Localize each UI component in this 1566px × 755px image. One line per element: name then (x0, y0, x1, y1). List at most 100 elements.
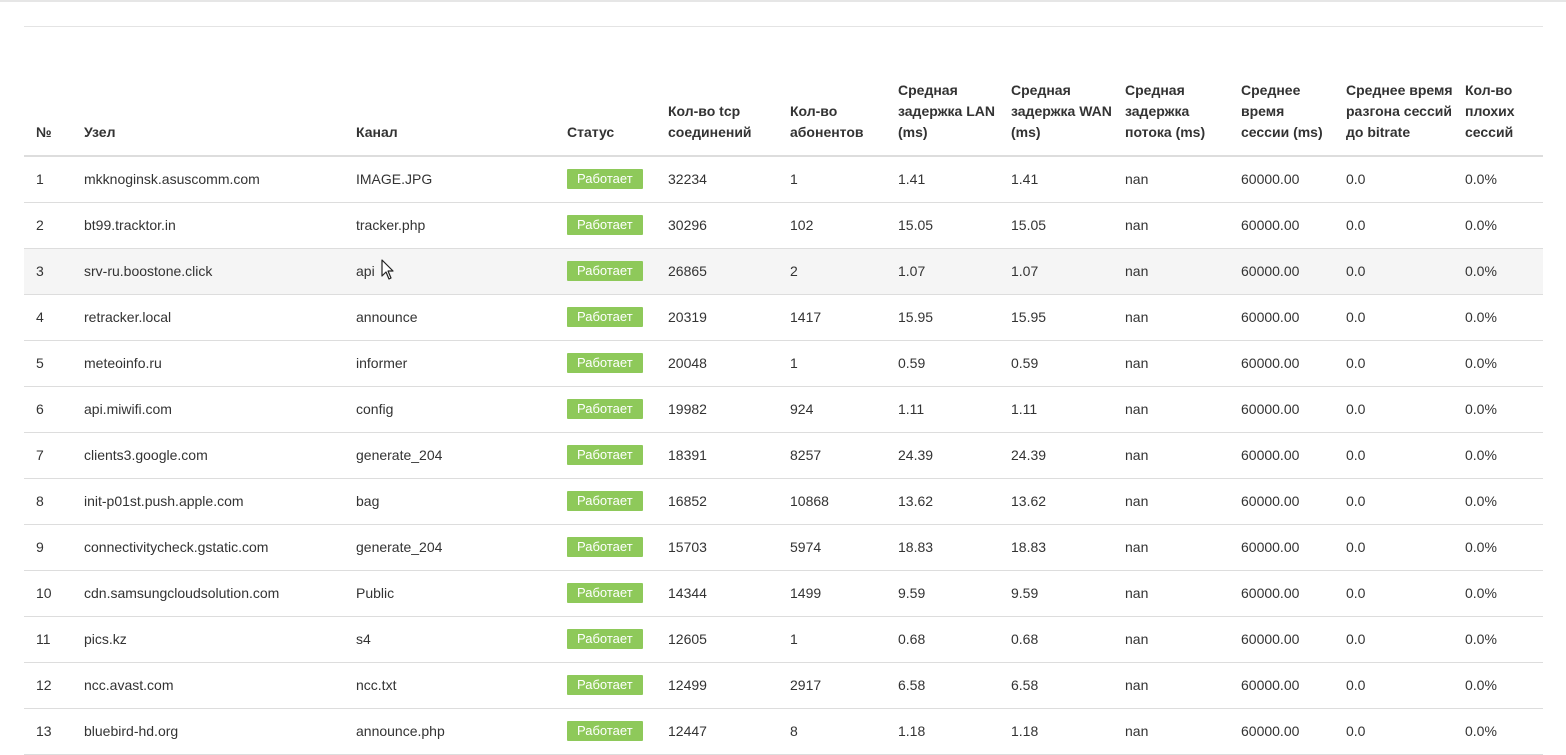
cell-wan: 1.11 (999, 386, 1113, 433)
column-header-flow[interactable]: Средная задержка потока (ms) (1113, 27, 1229, 157)
column-header-lan[interactable]: Средная задержка LAN (ms) (886, 27, 999, 157)
cell-tcp: 30296 (656, 202, 778, 249)
table-row[interactable]: 8 init-p01st.push.apple.com bag Работает 168… (24, 478, 1543, 525)
table-row[interactable]: 6 api.miwifi.com config Работает 19982 924 1.1… (24, 386, 1543, 433)
cell-flow: nan (1113, 616, 1229, 663)
column-header-wan[interactable]: Средная задержка WAN (ms) (999, 27, 1113, 157)
cell-session: 60000.00 (1229, 340, 1334, 387)
cell-wan: 9.59 (999, 570, 1113, 617)
cell-ramp: 0.0 (1334, 202, 1453, 249)
cell-num: 3 (24, 248, 72, 295)
cell-lan: 0.59 (886, 340, 999, 387)
column-header-status[interactable]: Статус (555, 27, 656, 157)
cell-channel: bag (344, 478, 555, 525)
cell-flow: nan (1113, 202, 1229, 249)
cell-subscribers: 1 (778, 156, 886, 203)
table-row[interactable]: 2 bt99.tracktor.in tracker.php Работает 3029… (24, 202, 1543, 249)
cell-wan: 15.95 (999, 294, 1113, 341)
cell-node: bt99.tracktor.in (72, 202, 344, 249)
status-badge: Работает (567, 629, 643, 649)
cell-channel: announce (344, 294, 555, 341)
cell-session: 60000.00 (1229, 662, 1334, 709)
cell-status: Работает (555, 386, 656, 433)
cell-channel: generate_204 (344, 432, 555, 479)
cell-lan: 9.59 (886, 570, 999, 617)
table-row[interactable]: 7 clients3.google.com generate_204 Работает… (24, 432, 1543, 479)
column-header-tcp[interactable]: Кол-во tcp соединений (656, 27, 778, 157)
column-header-node[interactable]: Узел (72, 27, 344, 157)
cell-subscribers: 8 (778, 708, 886, 755)
cell-bad: 0.0% (1453, 662, 1543, 709)
cell-channel: ncc.txt (344, 662, 555, 709)
column-header-num[interactable]: № (24, 27, 72, 157)
cell-session: 60000.00 (1229, 708, 1334, 755)
cell-status: Работает (555, 340, 656, 387)
cell-num: 1 (24, 156, 72, 203)
cell-wan: 24.39 (999, 432, 1113, 479)
cell-tcp: 12605 (656, 616, 778, 663)
cell-wan: 0.59 (999, 340, 1113, 387)
cell-session: 60000.00 (1229, 570, 1334, 617)
cell-wan: 6.58 (999, 662, 1113, 709)
cell-node: mkknoginsk.asuscomm.com (72, 156, 344, 203)
column-header-ramp[interactable]: Среднее время разгона сессий до bitrate (1334, 27, 1453, 157)
cell-node: ncc.avast.com (72, 662, 344, 709)
cell-node: bluebird-hd.org (72, 708, 344, 755)
cell-subscribers: 2917 (778, 662, 886, 709)
cell-wan: 0.68 (999, 616, 1113, 663)
table-row[interactable]: 11 pics.kz s4 Работает 12605 1 0.68 0.68 nan 6000… (24, 616, 1543, 663)
table-row[interactable]: 12 ncc.avast.com ncc.txt Работает 12499 2917 6… (24, 662, 1543, 709)
column-header-channel[interactable]: Канал (344, 27, 555, 157)
cell-channel: s4 (344, 616, 555, 663)
cell-num: 4 (24, 294, 72, 341)
table-row[interactable]: 4 retracker.local announce Работает 20319 141… (24, 294, 1543, 341)
cell-bad: 0.0% (1453, 478, 1543, 525)
cell-subscribers: 1 (778, 616, 886, 663)
status-badge: Работает (567, 215, 643, 235)
cell-status: Работает (555, 524, 656, 571)
column-header-session[interactable]: Среднее время сессии (ms) (1229, 27, 1334, 157)
cell-session: 60000.00 (1229, 432, 1334, 479)
status-badge: Работает (567, 675, 643, 695)
table-header-row: № Узел Канал Статус Кол-во tcp соединени… (24, 27, 1543, 157)
cell-lan: 1.11 (886, 386, 999, 433)
cell-wan: 1.41 (999, 156, 1113, 203)
status-badge: Работает (567, 445, 643, 465)
table-row[interactable]: 9 connectivitycheck.gstatic.com generate_2… (24, 524, 1543, 571)
cell-num: 2 (24, 202, 72, 249)
table-body: 1 mkknoginsk.asuscomm.com IMAGE.JPG Работае… (24, 156, 1543, 755)
cell-ramp: 0.0 (1334, 386, 1453, 433)
cell-ramp: 0.0 (1334, 340, 1453, 387)
table-row[interactable]: 5 meteoinfo.ru informer Работает 20048 1 0.59 0… (24, 340, 1543, 387)
cell-subscribers: 1417 (778, 294, 886, 341)
cell-session: 60000.00 (1229, 478, 1334, 525)
cell-flow: nan (1113, 524, 1229, 571)
cell-status: Работает (555, 616, 656, 663)
cell-lan: 24.39 (886, 432, 999, 479)
status-badge: Работает (567, 537, 643, 557)
table-row[interactable]: 1 mkknoginsk.asuscomm.com IMAGE.JPG Работае… (24, 156, 1543, 203)
cell-num: 7 (24, 432, 72, 479)
cell-bad: 0.0% (1453, 340, 1543, 387)
cell-session: 60000.00 (1229, 248, 1334, 295)
table-row[interactable]: 10 cdn.samsungcloudsolution.com Public Рабо… (24, 570, 1543, 617)
cell-lan: 1.07 (886, 248, 999, 295)
cell-wan: 18.83 (999, 524, 1113, 571)
table-row[interactable]: 13 bluebird-hd.org announce.php Работает 124… (24, 708, 1543, 755)
cell-num: 8 (24, 478, 72, 525)
cell-bad: 0.0% (1453, 616, 1543, 663)
cell-bad: 0.0% (1453, 432, 1543, 479)
cell-status: Работает (555, 156, 656, 203)
cell-ramp: 0.0 (1334, 524, 1453, 571)
nodes-table-container: № Узел Канал Статус Кол-во tcp соединени… (24, 26, 1543, 755)
cell-node: pics.kz (72, 616, 344, 663)
cell-num: 13 (24, 708, 72, 755)
cell-tcp: 14344 (656, 570, 778, 617)
table-row[interactable]: 3 srv-ru.boostone.click api Работает 26865 2 1… (24, 248, 1543, 295)
column-header-bad[interactable]: Кол-во плохих сессий (1453, 27, 1543, 157)
cell-status: Работает (555, 294, 656, 341)
column-header-subscribers[interactable]: Кол-во абонентов (778, 27, 886, 157)
cell-bad: 0.0% (1453, 386, 1543, 433)
cell-bad: 0.0% (1453, 294, 1543, 341)
cell-tcp: 19982 (656, 386, 778, 433)
